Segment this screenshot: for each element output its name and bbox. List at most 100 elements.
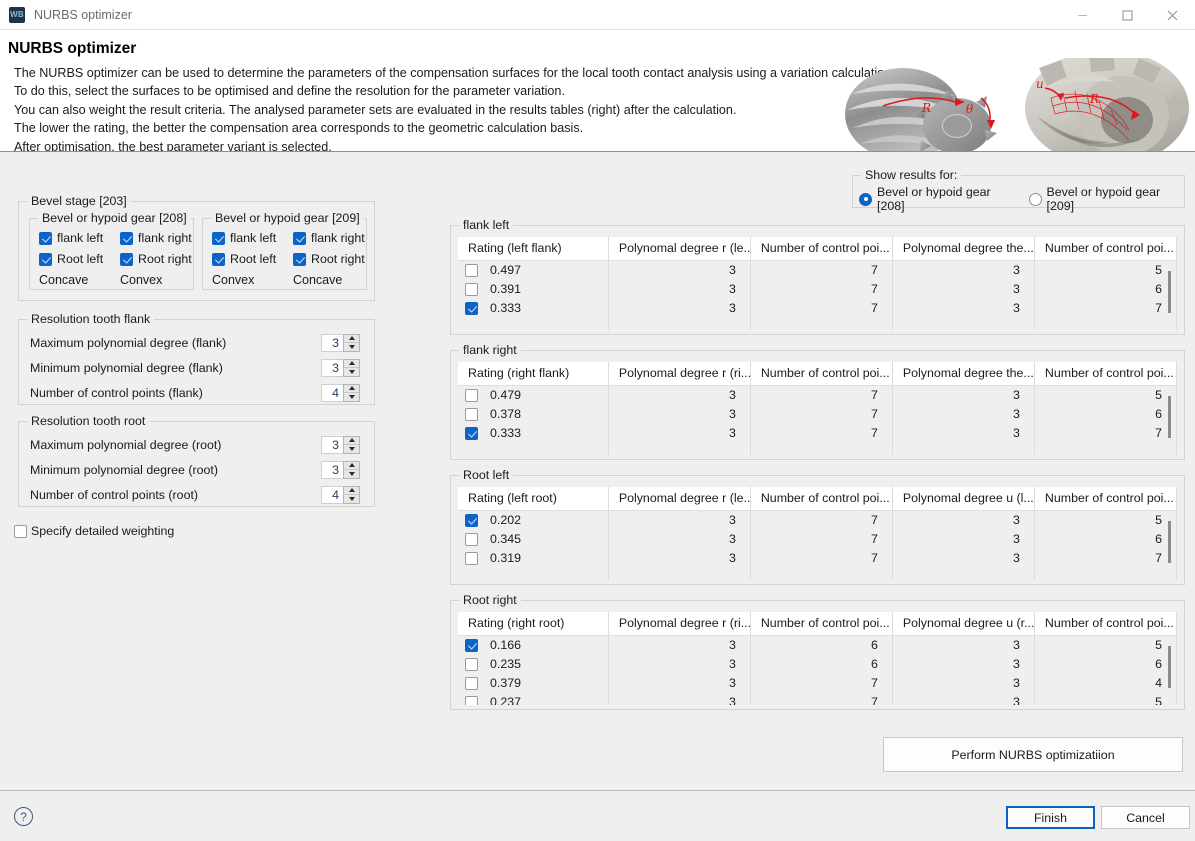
spinner-value[interactable]: 3: [321, 436, 343, 454]
column-header[interactable]: Number of control poi...: [750, 362, 892, 386]
spinner-arrows[interactable]: [343, 359, 360, 377]
spinner-max-poly-degree-root[interactable]: 3: [321, 436, 360, 454]
row-checkbox[interactable]: [465, 514, 478, 527]
row-checkbox[interactable]: [465, 389, 478, 402]
spinner-down-icon[interactable]: [344, 392, 359, 401]
table-row[interactable]: 0.235 3 6 3 6: [458, 655, 1177, 674]
table-row[interactable]: 0.319 3 7 3 7: [458, 549, 1177, 568]
spinner-down-icon[interactable]: [344, 469, 359, 478]
column-header[interactable]: Polynomal degree r (ri...: [608, 362, 750, 386]
checkbox-209-flank-right[interactable]: flank right: [293, 231, 365, 245]
results-table-root-left[interactable]: Rating (left root) Polynomal degree r (l…: [458, 487, 1177, 580]
spinner-value[interactable]: 3: [321, 359, 343, 377]
perform-nurbs-optimization-button[interactable]: Perform NURBS optimizatiion: [883, 737, 1183, 772]
table-row[interactable]: 0.202 3 7 3 5: [458, 511, 1177, 530]
row-checkbox[interactable]: [465, 533, 478, 546]
spinner-down-icon[interactable]: [344, 444, 359, 453]
help-icon[interactable]: ?: [14, 807, 33, 826]
rating-cell[interactable]: 0.497: [458, 261, 608, 280]
row-checkbox[interactable]: [465, 283, 478, 296]
finish-button[interactable]: Finish: [1006, 806, 1095, 829]
column-header[interactable]: Number of control poi...: [1034, 487, 1176, 511]
rating-cell[interactable]: 0.333: [458, 299, 608, 318]
rating-cell[interactable]: 0.333: [458, 424, 608, 443]
spinner-up-icon[interactable]: [344, 360, 359, 368]
table-scrollbar[interactable]: [1164, 638, 1175, 705]
spinner-up-icon[interactable]: [344, 462, 359, 470]
spinner-value[interactable]: 3: [321, 334, 343, 352]
scrollbar-thumb[interactable]: [1168, 646, 1171, 688]
spinner-arrows[interactable]: [343, 436, 360, 454]
table-row[interactable]: 0.378 3 7 3 6: [458, 405, 1177, 424]
rating-cell[interactable]: 0.202: [458, 511, 608, 530]
scrollbar-thumb[interactable]: [1168, 521, 1171, 563]
column-header[interactable]: Number of control poi...: [750, 237, 892, 261]
column-header[interactable]: Rating (right flank): [458, 362, 608, 386]
row-checkbox[interactable]: [465, 639, 478, 652]
spinner-down-icon[interactable]: [344, 494, 359, 503]
checkbox-specify-detailed-weighting[interactable]: Specify detailed weighting: [14, 524, 174, 538]
row-checkbox[interactable]: [465, 408, 478, 421]
row-checkbox[interactable]: [465, 658, 478, 671]
cancel-button[interactable]: Cancel: [1101, 806, 1190, 829]
rating-cell[interactable]: 0.479: [458, 386, 608, 405]
rating-cell[interactable]: 0.345: [458, 530, 608, 549]
column-header[interactable]: Polynomal degree r (ri...: [608, 612, 750, 636]
column-header[interactable]: Rating (right root): [458, 612, 608, 636]
column-header[interactable]: Polynomal degree the...: [892, 362, 1034, 386]
spinner-value[interactable]: 4: [321, 486, 343, 504]
table-row[interactable]: 0.237 3 7 3 5: [458, 693, 1177, 706]
column-header[interactable]: Polynomal degree the...: [892, 237, 1034, 261]
row-checkbox[interactable]: [465, 696, 478, 706]
checkbox-208-root-right[interactable]: Root right: [120, 252, 192, 266]
row-checkbox[interactable]: [465, 302, 478, 315]
column-header[interactable]: Number of control poi...: [1034, 237, 1176, 261]
rating-cell[interactable]: 0.237: [458, 693, 608, 706]
table-row[interactable]: 0.479 3 7 3 5: [458, 386, 1177, 405]
rating-cell[interactable]: 0.166: [458, 636, 608, 655]
checkbox-209-root-right[interactable]: Root right: [293, 252, 365, 266]
rating-cell[interactable]: 0.378: [458, 405, 608, 424]
radio-gear-209[interactable]: Bevel or hypoid gear [209]: [1029, 185, 1185, 213]
table-row[interactable]: 0.333 3 7 3 7: [458, 299, 1177, 318]
row-checkbox[interactable]: [465, 552, 478, 565]
table-row[interactable]: 0.333 3 7 3 7: [458, 424, 1177, 443]
table-row[interactable]: 0.497 3 7 3 5: [458, 261, 1177, 280]
maximize-icon[interactable]: [1105, 0, 1150, 30]
minimize-icon[interactable]: [1060, 0, 1105, 30]
column-header[interactable]: Polynomal degree u (l...: [892, 487, 1034, 511]
spinner-up-icon[interactable]: [344, 385, 359, 393]
rating-cell[interactable]: 0.319: [458, 549, 608, 568]
row-checkbox[interactable]: [465, 264, 478, 277]
row-checkbox[interactable]: [465, 677, 478, 690]
spinner-up-icon[interactable]: [344, 437, 359, 445]
column-header[interactable]: Polynomal degree u (r...: [892, 612, 1034, 636]
spinner-min-poly-degree-root[interactable]: 3: [321, 461, 360, 479]
spinner-up-icon[interactable]: [344, 487, 359, 495]
checkbox-209-root-left[interactable]: Root left: [212, 252, 282, 266]
column-header[interactable]: Polynomal degree r (le...: [608, 487, 750, 511]
spinner-value[interactable]: 3: [321, 461, 343, 479]
spinner-arrows[interactable]: [343, 486, 360, 504]
close-icon[interactable]: [1150, 0, 1195, 30]
spinner-arrows[interactable]: [343, 461, 360, 479]
spinner-down-icon[interactable]: [344, 367, 359, 376]
spinner-down-icon[interactable]: [344, 342, 359, 351]
results-table-root-right[interactable]: Rating (right root) Polynomal degree r (…: [458, 612, 1177, 705]
table-row[interactable]: 0.166 3 6 3 5: [458, 636, 1177, 655]
spinner-value[interactable]: 4: [321, 384, 343, 402]
column-header[interactable]: Number of control poi...: [750, 487, 892, 511]
column-header[interactable]: Rating (left flank): [458, 237, 608, 261]
rating-cell[interactable]: 0.379: [458, 674, 608, 693]
table-row[interactable]: 0.345 3 7 3 6: [458, 530, 1177, 549]
spinner-control-points-root[interactable]: 4: [321, 486, 360, 504]
column-header[interactable]: Number of control poi...: [750, 612, 892, 636]
spinner-up-icon[interactable]: [344, 335, 359, 343]
table-row[interactable]: 0.391 3 7 3 6: [458, 280, 1177, 299]
row-checkbox[interactable]: [465, 427, 478, 440]
table-row[interactable]: 0.379 3 7 3 4: [458, 674, 1177, 693]
spinner-control-points-flank[interactable]: 4: [321, 384, 360, 402]
checkbox-208-root-left[interactable]: Root left: [39, 252, 109, 266]
column-header[interactable]: Number of control poi...: [1034, 612, 1176, 636]
rating-cell[interactable]: 0.391: [458, 280, 608, 299]
